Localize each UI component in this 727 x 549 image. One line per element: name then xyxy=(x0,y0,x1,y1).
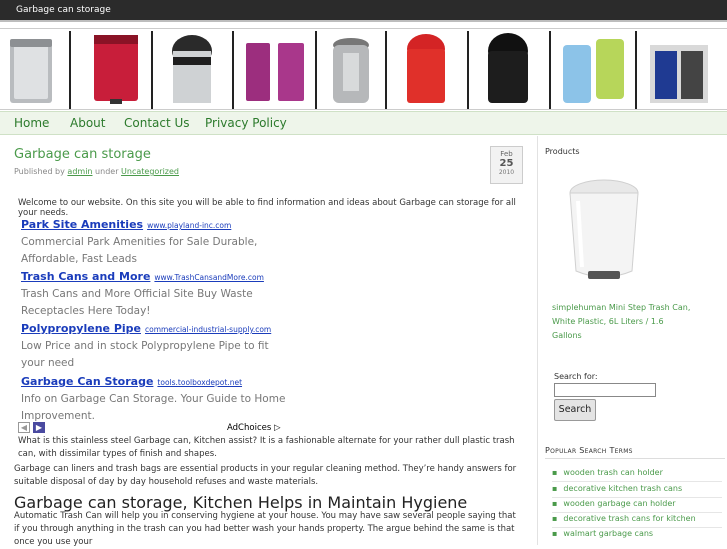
post-title[interactable]: Garbage can storage xyxy=(14,147,151,162)
meta-mid: under xyxy=(95,167,119,176)
ad-description: Low Price and in stock Polypropylene Pip… xyxy=(21,340,269,369)
popular-term-label: wooden trash can holder xyxy=(563,468,663,477)
ad-url[interactable]: commercial-industrial-supply.com xyxy=(145,325,271,334)
black-bullet-can xyxy=(488,33,528,103)
red-swing-can xyxy=(407,34,445,103)
ad-title[interactable]: Park Site Amenities xyxy=(21,218,143,231)
product-image[interactable] xyxy=(558,171,650,289)
bullet-icon: ▪ xyxy=(552,529,558,538)
divider xyxy=(545,458,725,459)
date-badge: Feb 25 2010 xyxy=(490,146,523,184)
popular-terms-heading: Popular Search Terms xyxy=(545,446,633,455)
ad-url[interactable]: tools.toolboxdepot.net xyxy=(157,378,242,387)
pastel-bins xyxy=(563,39,624,103)
top-bar: Garbage can storage xyxy=(0,0,727,22)
swing-top-can xyxy=(172,35,212,103)
bullet-icon: ▪ xyxy=(552,484,558,493)
banner-images xyxy=(10,31,708,109)
red-pedal-can xyxy=(94,35,138,104)
ad-unit: Garbage Can Storage tools.toolboxdepot.ne… xyxy=(21,370,291,425)
ad-unit: Trash Cans and More www.TrashCansandMore.… xyxy=(21,265,291,320)
meta-prefix: Published by xyxy=(14,167,65,176)
ad-url[interactable]: www.TrashCansandMore.com xyxy=(154,273,264,282)
product-banner xyxy=(0,28,727,110)
popular-term[interactable]: ▪ wooden trash can holder xyxy=(552,468,722,477)
ad-title[interactable]: Garbage Can Storage xyxy=(21,375,153,388)
adchoices-label[interactable]: AdChoices ▷ xyxy=(227,423,281,433)
search-button[interactable]: Search xyxy=(554,399,596,421)
pull-out-bin xyxy=(650,45,708,103)
author-link[interactable]: admin xyxy=(67,167,92,176)
popular-term[interactable]: ▪ walmart garbage cans xyxy=(552,529,722,538)
adchoices-icon: ▷ xyxy=(273,423,281,433)
product-link[interactable]: simplehuman Mini Step Trash Can, White P… xyxy=(552,301,692,343)
ad-title[interactable]: Polypropylene Pipe xyxy=(21,322,141,335)
category-link[interactable]: Uncategorized xyxy=(121,167,179,176)
nav-privacy-policy[interactable]: Privacy Policy xyxy=(205,116,287,130)
divider xyxy=(552,527,722,528)
divider xyxy=(552,481,722,482)
ad-url[interactable]: www.playland-inc.com xyxy=(147,221,231,230)
nav-home[interactable]: Home xyxy=(14,116,49,130)
popular-term[interactable]: ▪ decorative kitchen trash cans xyxy=(552,484,722,493)
ad-description: Trash Cans and More Official Site Buy Wa… xyxy=(21,288,253,317)
chrome-touch-can xyxy=(333,38,369,103)
paragraph: What is this stainless steel Garbage can… xyxy=(18,436,515,459)
nav-about[interactable]: About xyxy=(70,116,105,130)
date-month: Feb xyxy=(500,150,513,158)
site-title[interactable]: Garbage can storage xyxy=(16,5,111,15)
date-year: 2010 xyxy=(498,169,515,176)
ad-title[interactable]: Trash Cans and More xyxy=(21,270,150,283)
adchoices-text: AdChoices xyxy=(227,423,272,433)
popular-term-label: decorative kitchen trash cans xyxy=(563,484,683,493)
popular-term[interactable]: ▪ decorative trash cans for kitchen xyxy=(552,514,722,523)
next-arrow-icon[interactable]: ▶ xyxy=(33,422,45,433)
main-nav: Home About Contact Us Privacy Policy xyxy=(0,111,727,135)
date-day: 25 xyxy=(499,158,514,169)
nav-contact-us[interactable]: Contact Us xyxy=(124,116,190,130)
prev-arrow-icon[interactable]: ◀ xyxy=(18,422,30,433)
popular-term[interactable]: ▪ wooden garbage can holder xyxy=(552,499,722,508)
sidebar: Products simplehuman Mini Step Trash Can… xyxy=(537,136,727,545)
popular-term-label: decorative trash cans for kitchen xyxy=(563,514,696,523)
popular-term-label: wooden garbage can holder xyxy=(563,499,676,508)
products-heading: Products xyxy=(545,147,580,156)
bullet-icon: ▪ xyxy=(552,514,558,523)
bullet-icon: ▪ xyxy=(552,468,558,477)
popular-term-label: walmart garbage cans xyxy=(563,529,654,538)
paragraph: Garbage can liners and trash bags are es… xyxy=(14,464,517,487)
stainless-can xyxy=(10,39,52,103)
paragraph: Automatic Trash Can will help you in con… xyxy=(14,511,516,547)
post-meta: Published by admin under Uncategorized xyxy=(14,167,179,176)
magenta-pedal-cans xyxy=(246,43,304,101)
divider xyxy=(552,512,722,513)
ad-unit: Park Site Amenities www.playland-inc.com … xyxy=(21,213,291,268)
ad-description: Info on Garbage Can Storage. Your Guide … xyxy=(21,393,286,422)
ad-description: Commercial Park Amenities for Sale Durab… xyxy=(21,236,258,265)
search-label: Search for: xyxy=(554,372,598,381)
search-input[interactable] xyxy=(554,383,656,397)
divider xyxy=(552,497,722,498)
ad-unit: Polypropylene Pipe commercial-industrial-… xyxy=(21,317,291,372)
main-content: Garbage can storage Published by admin u… xyxy=(0,136,536,547)
bullet-icon: ▪ xyxy=(552,499,558,508)
